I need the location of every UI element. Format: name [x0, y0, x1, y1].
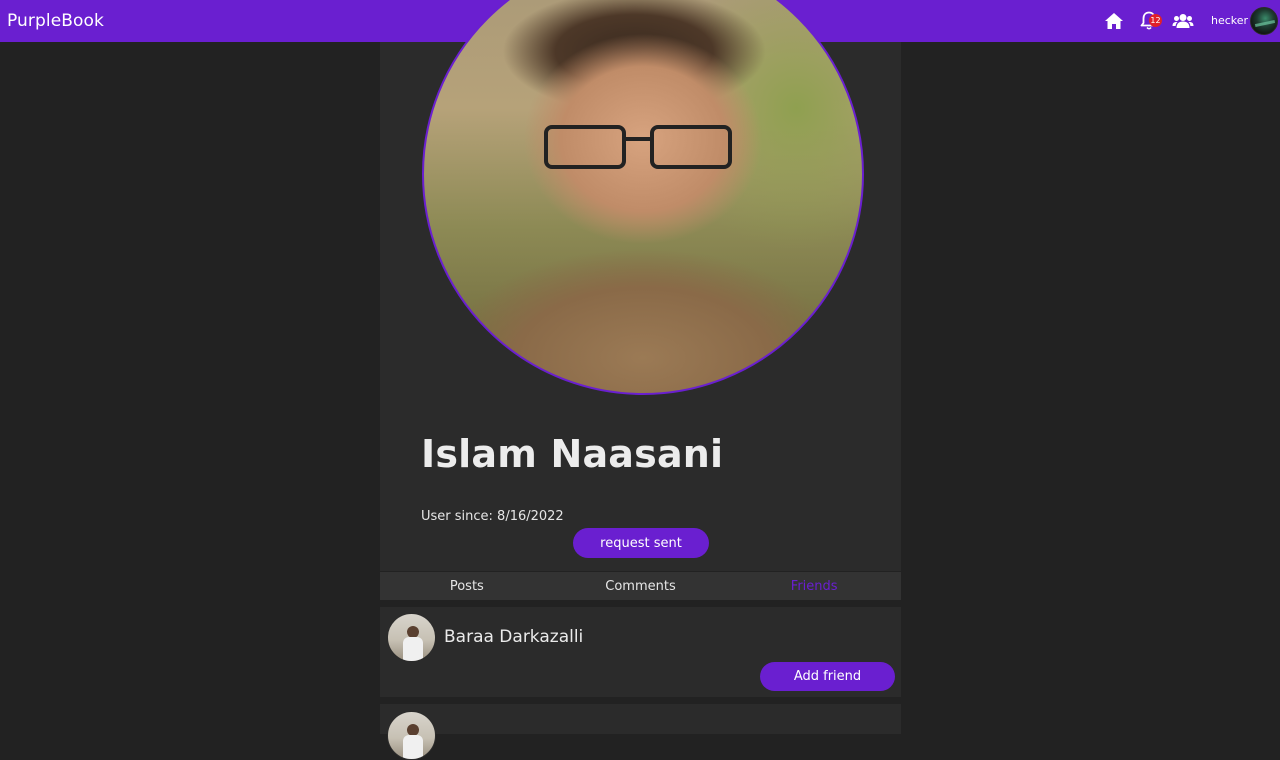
friends-icon[interactable]: [1171, 10, 1195, 32]
friend-name[interactable]: Baraa Darkazalli: [444, 627, 583, 647]
profile-photo: [422, 0, 864, 395]
notification-count-badge: 12: [1149, 14, 1162, 27]
brand-logo[interactable]: PurpleBook: [7, 11, 104, 31]
user-since-text: User since: 8/16/2022: [421, 509, 564, 524]
profile-card: Islam Naasani User since: 8/16/2022 requ…: [380, 0, 901, 571]
tab-posts[interactable]: Posts: [380, 572, 554, 600]
profile-name: Islam Naasani: [421, 432, 724, 476]
notifications-button[interactable]: 12: [1136, 10, 1162, 32]
tab-friends[interactable]: Friends: [727, 572, 901, 600]
friend-list-item: Baraa Darkazalli Add friend: [380, 607, 901, 697]
add-friend-button[interactable]: Add friend: [760, 662, 895, 691]
tab-comments[interactable]: Comments: [554, 572, 728, 600]
home-icon[interactable]: [1103, 10, 1125, 32]
nav-user-avatar[interactable]: [1250, 7, 1278, 35]
glasses-detail: [544, 125, 734, 175]
request-sent-button[interactable]: request sent: [573, 528, 709, 558]
nav-username[interactable]: hecker: [1211, 14, 1248, 27]
profile-tabs: Posts Comments Friends: [380, 572, 901, 600]
friend-avatar[interactable]: [387, 613, 436, 662]
friend-avatar[interactable]: [387, 711, 436, 760]
friend-list-item: [380, 704, 901, 760]
